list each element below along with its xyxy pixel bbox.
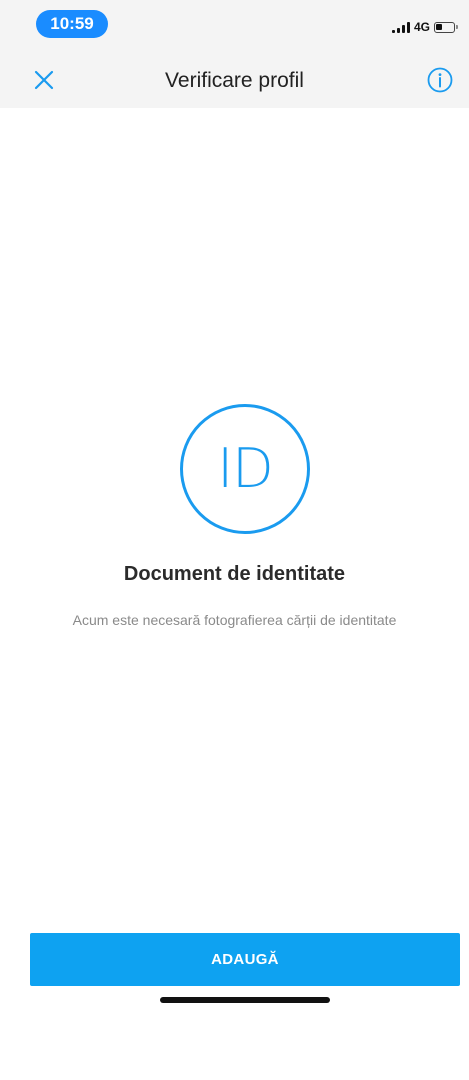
document-title: Document de identitate — [123, 563, 346, 585]
network-type: 4G — [413, 20, 430, 34]
nav-bar: Verificare profil — [0, 50, 469, 108]
id-document-icon: ID — [180, 404, 310, 534]
info-button[interactable] — [425, 65, 455, 95]
page-title: Verificare profil — [165, 69, 304, 92]
status-bar: 10:59 4G — [0, 0, 469, 50]
status-time: 10:59 — [36, 10, 108, 38]
signal-icon — [391, 21, 410, 33]
info-icon — [427, 67, 453, 93]
document-subtitle: Acum este necesară fotografierea cărții … — [72, 612, 397, 628]
battery-icon — [434, 21, 458, 33]
id-badge-label: ID — [217, 437, 274, 500]
status-indicators: 4G — [391, 20, 458, 34]
home-indicator[interactable] — [160, 997, 330, 1003]
add-button[interactable]: ADAUGĂ — [30, 933, 460, 986]
